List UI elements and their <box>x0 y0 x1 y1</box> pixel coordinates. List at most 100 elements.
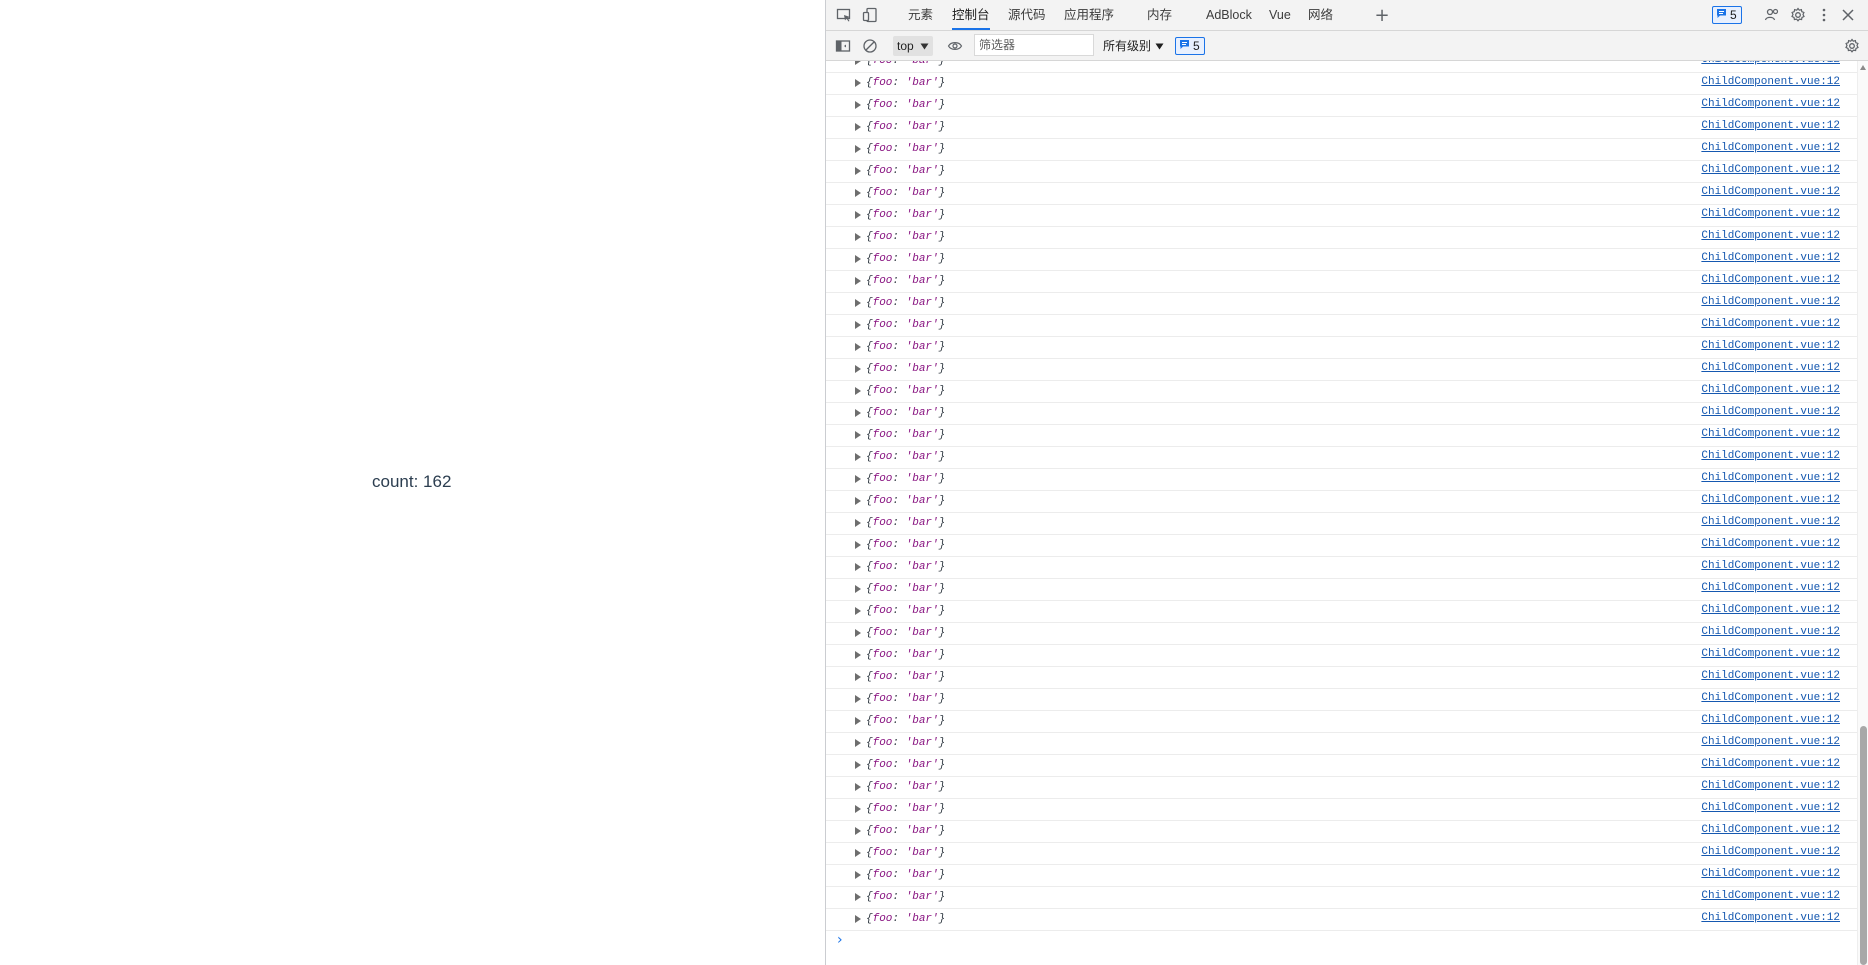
console-settings-icon[interactable] <box>1842 36 1862 56</box>
expand-triangle-icon[interactable] <box>855 629 861 637</box>
expand-triangle-icon[interactable] <box>855 211 861 219</box>
expand-triangle-icon[interactable] <box>855 233 861 241</box>
source-link[interactable]: ChildComponent.vue:12 <box>1701 406 1840 418</box>
source-link[interactable]: ChildComponent.vue:12 <box>1701 61 1840 66</box>
console-log-row[interactable]: {foo: 'bar'} ChildComponent.vue:12 <box>826 579 1858 601</box>
console-log-row[interactable]: {foo: 'bar'} ChildComponent.vue:12 <box>826 381 1858 403</box>
tab-memory[interactable]: 内存 <box>1147 0 1172 30</box>
scroll-thumb[interactable] <box>1860 726 1867 965</box>
expand-triangle-icon[interactable] <box>855 761 861 769</box>
log-object-preview[interactable]: {foo: 'bar'} <box>866 429 945 441</box>
expand-triangle-icon[interactable] <box>855 79 861 87</box>
source-link[interactable]: ChildComponent.vue:12 <box>1701 604 1840 616</box>
source-link[interactable]: ChildComponent.vue:12 <box>1701 802 1840 814</box>
source-link[interactable]: ChildComponent.vue:12 <box>1701 230 1840 242</box>
source-link[interactable]: ChildComponent.vue:12 <box>1701 758 1840 770</box>
console-log-row[interactable]: {foo: 'bar'} ChildComponent.vue:12 <box>826 205 1858 227</box>
log-object-preview[interactable]: {foo: 'bar'} <box>866 869 945 881</box>
console-log-row[interactable]: {foo: 'bar'} ChildComponent.vue:12 <box>826 403 1858 425</box>
console-log-row[interactable]: {foo: 'bar'} ChildComponent.vue:12 <box>826 557 1858 579</box>
source-link[interactable]: ChildComponent.vue:12 <box>1701 142 1840 154</box>
console-log-row[interactable]: {foo: 'bar'} ChildComponent.vue:12 <box>826 689 1858 711</box>
log-object-preview[interactable]: {foo: 'bar'} <box>866 737 945 749</box>
expand-triangle-icon[interactable] <box>855 123 861 131</box>
log-object-preview[interactable]: {foo: 'bar'} <box>866 61 945 67</box>
log-object-preview[interactable]: {foo: 'bar'} <box>866 231 945 243</box>
tab-sources[interactable]: 源代码 <box>1008 0 1046 30</box>
console-log-row[interactable]: {foo: 'bar'} ChildComponent.vue:12 <box>826 73 1858 95</box>
console-log-row[interactable]: {foo: 'bar'} ChildComponent.vue:12 <box>826 315 1858 337</box>
source-link[interactable]: ChildComponent.vue:12 <box>1701 296 1840 308</box>
expand-triangle-icon[interactable] <box>855 915 861 923</box>
console-log-row[interactable]: {foo: 'bar'} ChildComponent.vue:12 <box>826 535 1858 557</box>
console-log-row[interactable]: {foo: 'bar'} ChildComponent.vue:12 <box>826 61 1858 73</box>
log-object-preview[interactable]: {foo: 'bar'} <box>866 649 945 661</box>
log-object-preview[interactable]: {foo: 'bar'} <box>866 913 945 925</box>
console-log-row[interactable]: {foo: 'bar'} ChildComponent.vue:12 <box>826 469 1858 491</box>
issues-badge[interactable]: 5 <box>1712 6 1742 24</box>
log-object-preview[interactable]: {foo: 'bar'} <box>866 275 945 287</box>
source-link[interactable]: ChildComponent.vue:12 <box>1701 318 1840 330</box>
log-object-preview[interactable]: {foo: 'bar'} <box>866 121 945 133</box>
source-link[interactable]: ChildComponent.vue:12 <box>1701 76 1840 88</box>
console-log-row[interactable]: {foo: 'bar'} ChildComponent.vue:12 <box>826 843 1858 865</box>
source-link[interactable]: ChildComponent.vue:12 <box>1701 252 1840 264</box>
source-link[interactable]: ChildComponent.vue:12 <box>1701 494 1840 506</box>
expand-triangle-icon[interactable] <box>855 541 861 549</box>
log-object-preview[interactable]: {foo: 'bar'} <box>866 407 945 419</box>
log-object-preview[interactable]: {foo: 'bar'} <box>866 539 945 551</box>
log-levels-selector[interactable]: 所有级别 <box>1103 36 1164 56</box>
source-link[interactable]: ChildComponent.vue:12 <box>1701 780 1840 792</box>
console-log-row[interactable]: {foo: 'bar'} ChildComponent.vue:12 <box>826 601 1858 623</box>
expand-triangle-icon[interactable] <box>855 585 861 593</box>
source-link[interactable]: ChildComponent.vue:12 <box>1701 450 1840 462</box>
expand-triangle-icon[interactable] <box>855 673 861 681</box>
expand-triangle-icon[interactable] <box>855 783 861 791</box>
log-object-preview[interactable]: {foo: 'bar'} <box>866 825 945 837</box>
expand-triangle-icon[interactable] <box>855 387 861 395</box>
device-toggle-icon[interactable] <box>860 5 880 25</box>
log-object-preview[interactable]: {foo: 'bar'} <box>866 77 945 89</box>
tab-vue[interactable]: Vue <box>1269 0 1291 30</box>
log-object-preview[interactable]: {foo: 'bar'} <box>866 693 945 705</box>
source-link[interactable]: ChildComponent.vue:12 <box>1701 274 1840 286</box>
expand-triangle-icon[interactable] <box>855 563 861 571</box>
sidebar-icon[interactable] <box>833 36 853 56</box>
console-log-row[interactable]: {foo: 'bar'} ChildComponent.vue:12 <box>826 755 1858 777</box>
settings-icon[interactable] <box>1788 5 1808 25</box>
clear-icon[interactable] <box>860 36 880 56</box>
log-object-preview[interactable]: {foo: 'bar'} <box>866 781 945 793</box>
expand-triangle-icon[interactable] <box>855 431 861 439</box>
expand-triangle-icon[interactable] <box>855 101 861 109</box>
console-log-row[interactable]: {foo: 'bar'} ChildComponent.vue:12 <box>826 667 1858 689</box>
tab-application[interactable]: 应用程序 <box>1064 0 1114 30</box>
expand-triangle-icon[interactable] <box>855 277 861 285</box>
expand-triangle-icon[interactable] <box>855 453 861 461</box>
console-log-row[interactable]: {foo: 'bar'} ChildComponent.vue:12 <box>826 95 1858 117</box>
log-object-preview[interactable]: {foo: 'bar'} <box>866 759 945 771</box>
source-link[interactable]: ChildComponent.vue:12 <box>1701 890 1840 902</box>
source-link[interactable]: ChildComponent.vue:12 <box>1701 340 1840 352</box>
context-selector[interactable]: top <box>893 36 933 56</box>
source-link[interactable]: ChildComponent.vue:12 <box>1701 538 1840 550</box>
console-log-row[interactable]: {foo: 'bar'} ChildComponent.vue:12 <box>826 733 1858 755</box>
console-log-row[interactable]: {foo: 'bar'} ChildComponent.vue:12 <box>826 887 1858 909</box>
tab-adblock[interactable]: AdBlock <box>1206 0 1252 30</box>
source-link[interactable]: ChildComponent.vue:12 <box>1701 714 1840 726</box>
expand-triangle-icon[interactable] <box>855 695 861 703</box>
expand-triangle-icon[interactable] <box>855 519 861 527</box>
console-log-row[interactable]: {foo: 'bar'} ChildComponent.vue:12 <box>826 359 1858 381</box>
log-object-preview[interactable]: {foo: 'bar'} <box>866 891 945 903</box>
expand-triangle-icon[interactable] <box>855 255 861 263</box>
console-log-row[interactable]: {foo: 'bar'} ChildComponent.vue:12 <box>826 491 1858 513</box>
expand-triangle-icon[interactable] <box>855 651 861 659</box>
source-link[interactable]: ChildComponent.vue:12 <box>1701 428 1840 440</box>
tab-network[interactable]: 网络 <box>1308 0 1333 30</box>
source-link[interactable]: ChildComponent.vue:12 <box>1701 582 1840 594</box>
source-link[interactable]: ChildComponent.vue:12 <box>1701 824 1840 836</box>
add-tab-icon[interactable]: + <box>1372 5 1392 26</box>
log-object-preview[interactable]: {foo: 'bar'} <box>866 803 945 815</box>
source-link[interactable]: ChildComponent.vue:12 <box>1701 560 1840 572</box>
log-object-preview[interactable]: {foo: 'bar'} <box>866 495 945 507</box>
console-log-row[interactable]: {foo: 'bar'} ChildComponent.vue:12 <box>826 447 1858 469</box>
